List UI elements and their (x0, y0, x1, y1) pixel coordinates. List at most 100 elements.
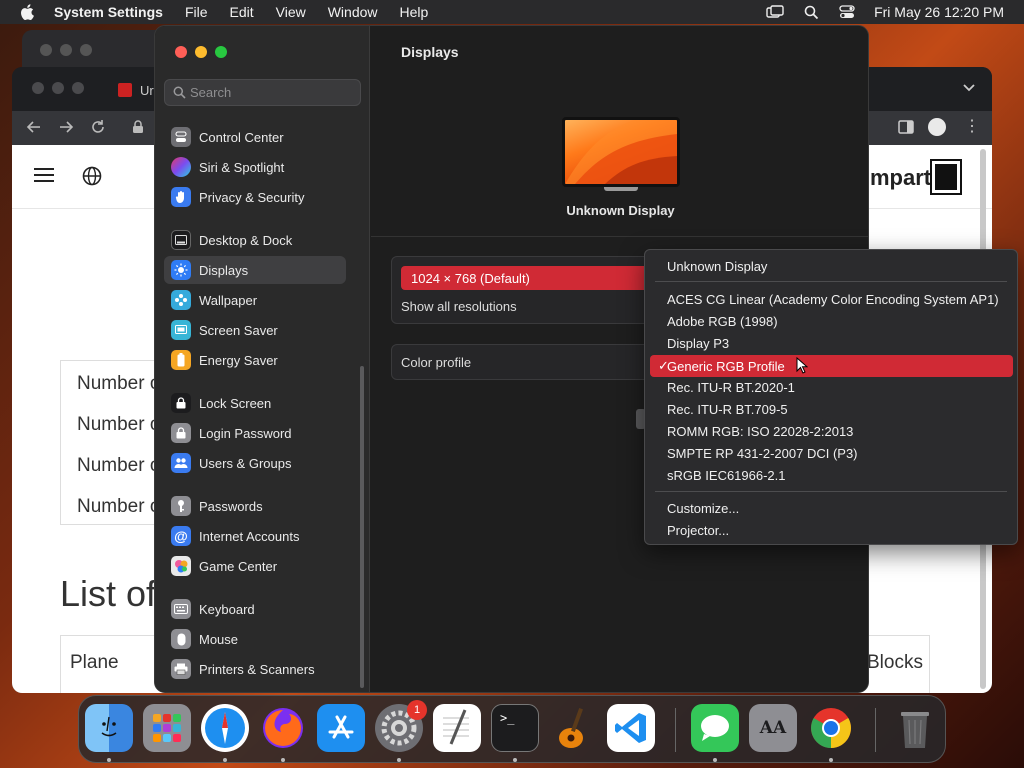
window-zoom-dot (80, 44, 92, 56)
sidebar-item-label: Energy Saver (199, 352, 278, 368)
chevron-down-icon[interactable] (962, 81, 976, 100)
messages-icon[interactable] (691, 704, 739, 752)
menu-item-profile[interactable]: ROMM RGB: ISO 22028-2:2013 (667, 424, 853, 439)
screen-mirroring-icon[interactable] (766, 4, 784, 20)
menu-item-profile[interactable]: SMPTE RP 431-2-2007 DCI (P3) (667, 446, 858, 461)
sidebar-item-game-center[interactable]: Game Center (164, 552, 346, 580)
sidebar-item-internet-accounts[interactable]: @ Internet Accounts (164, 522, 346, 550)
sidebar-item-keyboard[interactable]: Keyboard (164, 595, 346, 623)
menu-help[interactable]: Help (400, 4, 429, 20)
menu-item-profile[interactable]: Rec. ITU-R BT.2020-1 (667, 380, 795, 395)
menu-item-selected[interactable]: ✓ Generic RGB Profile (650, 355, 1013, 377)
sidebar-item-lock-screen[interactable]: Lock Screen (164, 389, 346, 417)
sidebar-item-control-center[interactable]: Control Center (164, 123, 346, 151)
trash-icon[interactable] (891, 704, 939, 752)
running-indicator (107, 758, 111, 762)
launchpad-icon[interactable] (143, 704, 191, 752)
lock-icon[interactable] (132, 120, 144, 139)
dock: 1 >_ AA (78, 695, 946, 763)
window-zoom-button[interactable] (215, 46, 227, 58)
window-close-dot[interactable] (32, 82, 44, 94)
sidebar-scrollbar[interactable] (360, 366, 364, 688)
list-heading: List of (60, 573, 157, 614)
sidebar-item-users-groups[interactable]: Users & Groups (164, 449, 346, 477)
menu-item-customize[interactable]: Customize... (667, 501, 739, 516)
resolution-selected[interactable]: 1024 × 768 (Default) (401, 266, 661, 290)
menu-header-display: Unknown Display (667, 259, 768, 274)
hamburger-menu-icon[interactable] (34, 167, 54, 188)
display-thumbnail[interactable] (562, 117, 680, 187)
sidebar-item-label: Lock Screen (199, 395, 272, 411)
site-logo-text[interactable]: mpart (870, 165, 931, 191)
tab-favicon-icon (118, 83, 132, 97)
sidebar-item-privacy-security[interactable]: Privacy & Security (164, 183, 346, 211)
sidebar-item-label: Privacy & Security (199, 189, 305, 205)
window-close-button[interactable] (175, 46, 187, 58)
menu-item-profile[interactable]: ACES CG Linear (Academy Color Encoding S… (667, 292, 999, 307)
sidepanel-icon[interactable] (898, 120, 914, 139)
sidebar-item-mouse[interactable]: Mouse (164, 625, 346, 653)
menu-app-name[interactable]: System Settings (54, 4, 163, 20)
globe-icon[interactable] (82, 166, 102, 191)
font-book-icon[interactable]: AA (749, 704, 797, 752)
profile-avatar-icon[interactable] (928, 118, 946, 136)
window-minimize-button[interactable] (195, 46, 207, 58)
lock-icon (171, 423, 191, 443)
more-menu-icon[interactable]: ⋮ (964, 119, 980, 135)
sidebar-item-printers-scanners[interactable]: Printers & Scanners (164, 655, 346, 683)
sidebar-item-passwords[interactable]: Passwords (164, 492, 346, 520)
search-icon[interactable] (802, 4, 820, 20)
dock-separator (675, 708, 676, 752)
printer-icon (171, 659, 191, 679)
menu-edit[interactable]: Edit (230, 4, 254, 20)
menu-view[interactable]: View (276, 4, 306, 20)
menu-item-profile[interactable]: Rec. ITU-R BT.709-5 (667, 402, 788, 417)
tab-title[interactable]: Ur (140, 83, 154, 98)
search-input[interactable] (190, 85, 350, 100)
firefox-icon[interactable] (259, 704, 307, 752)
sidebar-item-label: Passwords (199, 498, 263, 514)
finder-icon[interactable] (85, 704, 133, 752)
color-profile-label: Color profile (401, 355, 472, 370)
sidebar-item-desktop-dock[interactable]: Desktop & Dock (164, 226, 346, 254)
stats-row: Number o (77, 414, 161, 435)
menu-item-profile[interactable]: Adobe RGB (1998) (667, 314, 778, 329)
textedit-icon[interactable] (433, 704, 481, 752)
vscode-icon[interactable] (607, 704, 655, 752)
sidebar-item-energy-saver[interactable]: Energy Saver (164, 346, 346, 374)
menubar-datetime[interactable]: Fri May 26 12:20 PM (874, 4, 1004, 20)
search-field[interactable] (164, 79, 361, 106)
safari-icon[interactable] (201, 704, 249, 752)
menu-item-projector[interactable]: Projector... (667, 523, 729, 538)
color-profile-row[interactable]: Color profile (391, 344, 681, 380)
app-store-icon[interactable] (317, 704, 365, 752)
chrome-icon[interactable] (807, 704, 855, 752)
running-indicator (281, 758, 285, 762)
menu-item-profile[interactable]: Display P3 (667, 336, 729, 351)
window-zoom-dot[interactable] (72, 82, 84, 94)
menu-window[interactable]: Window (328, 4, 378, 20)
show-all-resolutions[interactable]: Show all resolutions (401, 299, 517, 314)
dock-separator (875, 708, 876, 752)
menu-file[interactable]: File (185, 4, 208, 20)
control-center-icon[interactable] (838, 4, 856, 20)
sidebar-item-siri-spotlight[interactable]: Siri & Spotlight (164, 153, 346, 181)
garageband-icon[interactable] (549, 704, 597, 752)
sidebar-item-login-password[interactable]: Login Password (164, 419, 346, 447)
sidebar-item-displays[interactable]: Displays (164, 256, 346, 284)
flower-icon (171, 290, 191, 310)
terminal-icon[interactable]: >_ (491, 704, 539, 752)
window-minimize-dot[interactable] (52, 82, 64, 94)
apple-menu-icon[interactable] (18, 4, 36, 20)
window-close-dot (40, 44, 52, 56)
forward-arrow-icon[interactable] (58, 119, 74, 140)
stats-row: Number o (77, 496, 161, 517)
sidebar-item-wallpaper[interactable]: Wallpaper (164, 286, 346, 314)
users-icon (171, 453, 191, 473)
back-arrow-icon[interactable] (26, 119, 42, 140)
sidebar-item-screen-saver[interactable]: Screen Saver (164, 316, 346, 344)
menu-item-profile[interactable]: sRGB IEC61966-2.1 (667, 468, 786, 483)
site-logo-icon[interactable] (930, 159, 962, 195)
reload-icon[interactable] (90, 119, 106, 140)
screen-saver-icon (171, 320, 191, 340)
